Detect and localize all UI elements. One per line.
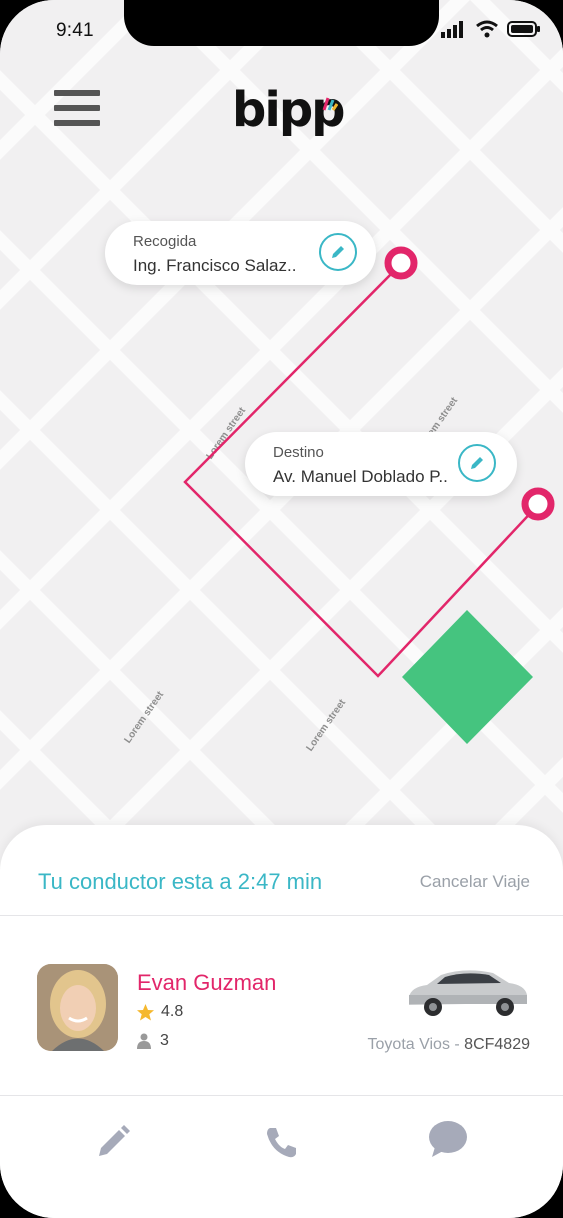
phone-screen: Lorem street Lorem street Lorem street L… [0, 0, 563, 1218]
pickup-address: Ing. Francisco Salaz.. [133, 256, 297, 275]
divider [0, 1095, 563, 1096]
person-icon [137, 1033, 151, 1049]
phone-icon [267, 1128, 296, 1158]
message-driver-tab[interactable] [427, 1120, 467, 1160]
menu-button[interactable] [54, 90, 100, 126]
trip-sheet: Tu conductor esta a 2:47 min Cancelar Vi… [0, 825, 563, 1218]
destination-card[interactable]: Destino Av. Manuel Doblado P.. [245, 432, 517, 496]
driver-photo [37, 964, 118, 1051]
destination-label: Destino [273, 444, 324, 461]
pencil-icon [332, 246, 344, 258]
vehicle-model: Toyota Vios [367, 1036, 450, 1053]
logo-accent-icon [322, 97, 338, 111]
vehicle-separator: - [449, 1036, 465, 1053]
edit-destination-button[interactable] [458, 444, 496, 482]
edit-pickup-button[interactable] [319, 233, 357, 271]
pickup-label: Recogida [133, 233, 197, 250]
chat-bubble-icon [429, 1121, 467, 1157]
cancel-trip-button[interactable]: Cancelar Viaje [420, 872, 530, 892]
vehicle-info: Toyota Vios - 8CF4829 [368, 1036, 530, 1054]
status-icons [441, 20, 541, 38]
pencil-icon [99, 1125, 130, 1156]
pickup-card[interactable]: Recogida Ing. Francisco Salaz.. [105, 221, 376, 285]
star-icon [137, 1003, 154, 1020]
wifi-icon [476, 20, 498, 38]
status-time: 9:41 [56, 20, 94, 41]
menu-bar [54, 120, 100, 126]
edit-trip-tab[interactable] [93, 1122, 133, 1162]
divider [0, 915, 563, 916]
car-image [409, 970, 527, 1016]
menu-bar [54, 90, 100, 96]
vehicle-plate: 8CF4829 [464, 1036, 530, 1053]
battery-icon [507, 21, 540, 37]
call-driver-tab[interactable] [261, 1122, 301, 1162]
driver-avatar[interactable] [37, 964, 118, 1051]
driver-rating: 4.8 [137, 1003, 183, 1021]
pencil-icon [471, 457, 483, 469]
eta-text: Tu conductor esta a 2:47 min [38, 869, 323, 894]
seats-value: 3 [160, 1032, 169, 1049]
destination-address: Av. Manuel Doblado P.. [273, 467, 448, 486]
menu-bar [54, 105, 100, 111]
driver-name: Evan Guzman [137, 970, 277, 995]
rating-value: 4.8 [161, 1003, 184, 1020]
signal-icon [441, 21, 463, 38]
notch [124, 0, 439, 46]
driver-seats: 3 [137, 1032, 169, 1050]
